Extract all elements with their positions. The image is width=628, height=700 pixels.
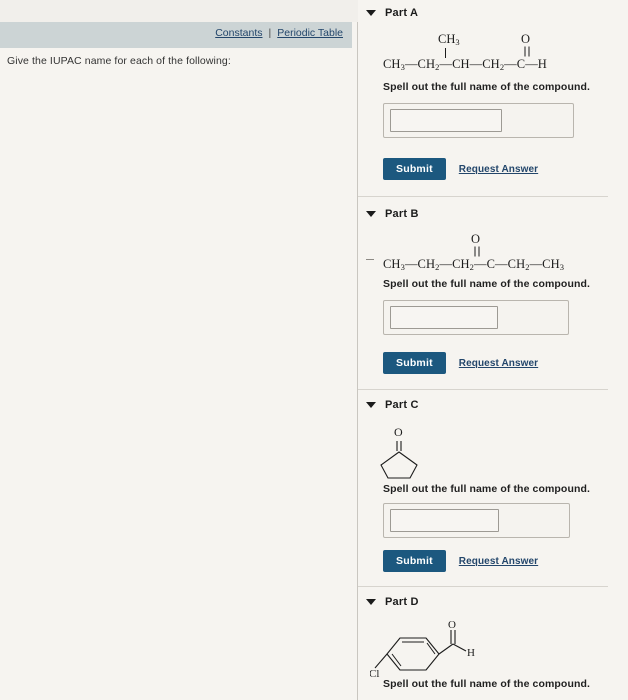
part-c-divider (358, 586, 608, 587)
part-b-leading-dash (366, 259, 374, 260)
triangle-down-icon[interactable] (366, 401, 376, 408)
part-a-header[interactable]: Part A (358, 4, 628, 21)
resources-link-bar: Constants | Periodic Table (0, 22, 352, 48)
part-c-header[interactable]: Part C (358, 396, 628, 413)
part-c-answer-input[interactable] (390, 509, 499, 532)
part-d-block: Part D (358, 593, 628, 610)
part-b-double-bond (474, 246, 480, 257)
part-b-divider (358, 389, 608, 390)
left-panel-top-strip (0, 0, 358, 22)
triangle-down-icon[interactable] (366, 598, 376, 605)
part-b-instruction-row: Spell out the full name of the compound. (358, 278, 628, 290)
link-separator: | (268, 27, 272, 39)
svg-text:H: H (467, 647, 475, 659)
part-b-answer-input[interactable] (390, 306, 499, 329)
part-b-actions: Submit Request Answer (358, 352, 628, 374)
part-d-label: Part D (385, 595, 419, 608)
part-d-instruction-row: Spell out the full name of the compound. (358, 678, 628, 690)
part-a-instruction: Spell out the full name of the compound. (383, 81, 590, 93)
part-c-instruction-row: Spell out the full name of the compound. (358, 483, 628, 495)
part-d-instruction: Spell out the full name of the compound. (383, 678, 590, 690)
part-b-structure: O CH3—CH2—CH2—C—CH2—CH3 (358, 232, 628, 276)
resources-links: Constants | Periodic Table (215, 27, 343, 39)
triangle-down-icon[interactable] (366, 9, 376, 16)
part-a-block: Part A (358, 4, 628, 21)
part-a-answer-area (358, 103, 574, 138)
part-a-structure: CH3 O CH3—CH2—CH—CH2—C—H (358, 32, 628, 80)
part-a-double-bond (524, 46, 530, 57)
part-a-branch-methyl: CH3 (438, 32, 460, 47)
svg-text:O: O (394, 425, 403, 439)
part-c-actions: Submit Request Answer (358, 550, 628, 572)
chlorobenzaldehyde-structure-icon: Cl O H (370, 619, 475, 680)
part-b-answer-container (383, 300, 569, 335)
part-b-answer-area (358, 300, 569, 335)
part-a-submit-button[interactable]: Submit (383, 158, 446, 180)
part-b-block: Part B (358, 205, 628, 222)
part-a-answer-container (383, 103, 574, 138)
left-panel: Constants | Periodic Table Give the IUPA… (0, 0, 358, 700)
part-c-answer-area (358, 503, 570, 538)
part-d-structure: Cl O H (358, 618, 628, 680)
part-c-block: Part C (358, 396, 628, 413)
constants-link[interactable]: Constants (215, 27, 262, 39)
right-panel: Part A CH3 O CH3—CH2—CH—CH2—C—H Spell ou… (358, 0, 628, 700)
part-b-header[interactable]: Part B (358, 205, 628, 222)
page-root: Constants | Periodic Table Give the IUPA… (0, 0, 628, 700)
part-c-request-answer-link[interactable]: Request Answer (459, 556, 538, 567)
part-a-request-answer-link[interactable]: Request Answer (459, 164, 538, 175)
cyclopentanone-structure-icon: O (380, 425, 418, 479)
svg-text:O: O (448, 619, 456, 631)
triangle-down-icon[interactable] (366, 210, 376, 217)
part-a-carbonyl-oxygen: O (521, 32, 531, 46)
part-b-submit-button[interactable]: Submit (383, 352, 446, 374)
part-b-instruction: Spell out the full name of the compound. (383, 278, 590, 290)
question-prompt: Give the IUPAC name for each of the foll… (7, 55, 231, 67)
part-c-structure: O (358, 424, 628, 482)
part-a-actions: Submit Request Answer (358, 158, 628, 180)
part-d-header[interactable]: Part D (358, 593, 628, 610)
periodic-table-link[interactable]: Periodic Table (277, 27, 343, 39)
part-b-main-chain: CH3—CH2—CH2—C—CH2—CH3 (383, 257, 565, 272)
part-b-carbonyl-oxygen: O (471, 232, 481, 246)
part-a-label: Part A (385, 6, 419, 19)
part-c-submit-button[interactable]: Submit (383, 550, 446, 572)
part-b-request-answer-link[interactable]: Request Answer (459, 358, 538, 369)
part-a-main-chain: CH3—CH2—CH—CH2—C—H (383, 57, 547, 72)
part-a-answer-input[interactable] (390, 109, 502, 132)
part-b-label: Part B (385, 207, 419, 220)
part-c-label: Part C (385, 398, 419, 411)
part-c-answer-container (383, 503, 570, 538)
part-c-instruction: Spell out the full name of the compound. (383, 483, 590, 495)
part-a-divider (358, 196, 608, 197)
part-a-instruction-row: Spell out the full name of the compound. (358, 81, 628, 93)
